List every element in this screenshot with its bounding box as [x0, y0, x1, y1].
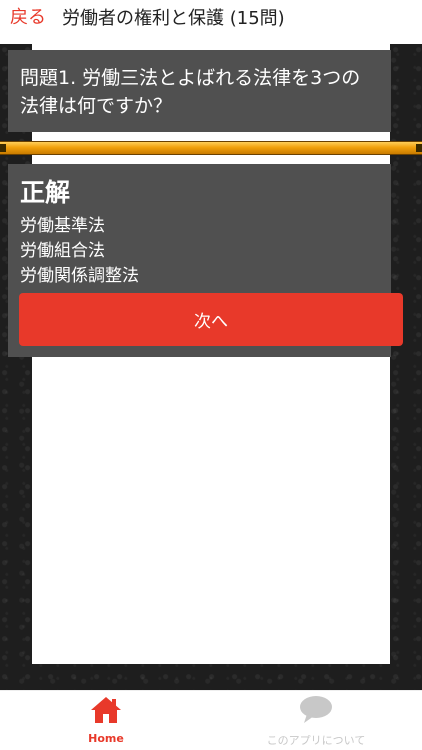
question-text: 問題1. 労働三法とよばれる法律を3つの法律は何ですか？ — [20, 67, 361, 117]
question-box: 問題1. 労働三法とよばれる法律を3つの法律は何ですか？ — [8, 50, 391, 132]
nav-about-label: このアプリについて — [266, 734, 366, 747]
page-title: 労働者の権利と保護 (15問) — [62, 8, 285, 29]
nav-about[interactable]: このアプリについて — [246, 695, 386, 749]
answer-heading: 正解 — [20, 178, 71, 207]
home-icon — [91, 697, 121, 723]
answer-box: 正解 労働基準法 労働組合法 労働関係調整法 次へ — [8, 164, 403, 357]
next-button-label: 次へ — [194, 312, 228, 332]
answer-line: 労働組合法 — [20, 241, 105, 261]
back-button[interactable]: 戻る — [10, 7, 46, 29]
answer-line: 労働基準法 — [20, 216, 105, 236]
next-button[interactable]: 次へ — [19, 293, 403, 346]
answer-list: 労働基準法 労働組合法 労働関係調整法 — [20, 214, 139, 289]
bottom-nav: Home このアプリについて — [0, 690, 422, 750]
nav-home-label: Home — [88, 732, 124, 745]
header-bar: 戻る 労働者の権利と保護 (15問) — [0, 0, 422, 44]
answer-line: 労働関係調整法 — [20, 266, 139, 286]
speech-bubble-icon — [300, 696, 332, 723]
nav-home[interactable]: Home — [36, 695, 176, 749]
divider-bar — [0, 141, 422, 155]
